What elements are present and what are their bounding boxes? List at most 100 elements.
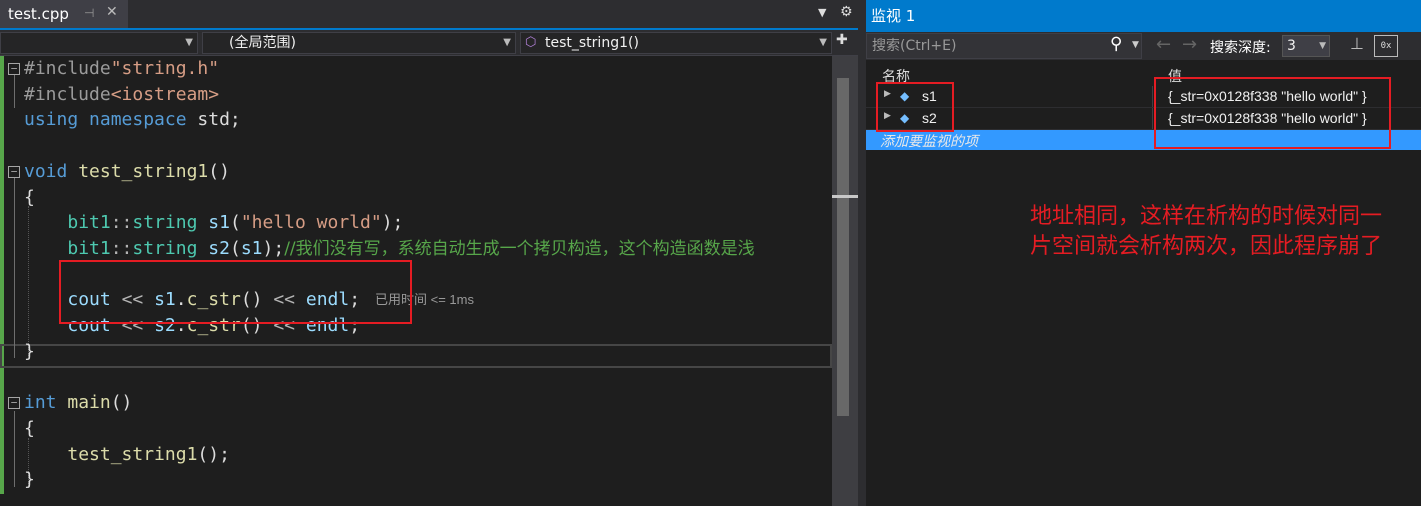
- code-area[interactable]: − #include"string.h" #include<iostream> usi…: [0, 56, 832, 506]
- code-line-text: using namespace std;: [24, 107, 241, 133]
- code-line[interactable]: }: [0, 339, 832, 365]
- tab-overflow-icon[interactable]: ▼: [818, 6, 826, 19]
- code-line[interactable]: test_string1();: [0, 442, 832, 468]
- pin-icon[interactable]: ⊣: [84, 6, 94, 20]
- code-token: ::: [110, 212, 133, 233]
- code-token: {: [24, 187, 35, 208]
- split-window-icon[interactable]: ✚: [836, 32, 848, 48]
- fold-toggle-icon[interactable]: −: [8, 166, 20, 178]
- document-tab-strip: test.cpp ⊣ ✕ ▼ ⚙: [0, 0, 858, 30]
- code-editor[interactable]: test.cpp ⊣ ✕ ▼ ⚙ ▼ (全局范围) ▼ ⬡ test_strin…: [0, 0, 858, 506]
- chevron-down-icon[interactable]: ▼: [1132, 40, 1139, 50]
- search-icon[interactable]: ⚲: [1110, 34, 1122, 54]
- code-token: int: [24, 392, 57, 413]
- code-token: bit1: [67, 212, 111, 233]
- code-token: #include: [24, 84, 111, 105]
- code-line[interactable]: [0, 133, 832, 159]
- code-token: test_string1: [78, 161, 209, 182]
- code-line-text: }: [24, 467, 35, 493]
- code-line[interactable]: {: [0, 185, 832, 211]
- annotation-line-2: 片空间就会析构两次，因此程序崩了: [1030, 234, 1383, 259]
- member-dropdown[interactable]: ⬡ test_string1() ▼: [520, 32, 832, 54]
- code-token: //我们没有写，系统自动生成一个拷贝构造，这个构造函数是浅: [284, 239, 755, 259]
- code-line-text: #include<iostream>: [24, 82, 219, 108]
- code-token: string: [132, 238, 198, 259]
- code-token: (: [229, 212, 241, 233]
- code-token: );: [381, 212, 404, 233]
- code-line-text: bit1::string s1("hello world");: [24, 210, 403, 236]
- code-line[interactable]: {: [0, 416, 832, 442]
- search-depth-value: 3: [1287, 38, 1296, 54]
- search-depth-label: 搜索深度:: [1210, 40, 1271, 56]
- code-token: "hello world": [240, 212, 382, 233]
- code-token: namespace: [89, 109, 187, 130]
- code-line[interactable]: using namespace std;: [0, 107, 832, 133]
- code-token: using: [24, 109, 79, 130]
- chevron-down-icon: ▼: [1319, 41, 1326, 51]
- add-watch-hint: 添加要监视的项: [880, 134, 978, 150]
- scrollbar-thumb[interactable]: [837, 78, 849, 416]
- member-dropdown-label: test_string1(): [545, 35, 639, 51]
- code-token: }: [24, 341, 35, 362]
- scope-dropdown-label: (全局范围): [229, 35, 296, 51]
- navigation-bar: ▼ (全局范围) ▼ ⬡ test_string1() ▼ ✚: [0, 30, 858, 56]
- code-line[interactable]: [0, 364, 832, 390]
- code-token: }: [24, 469, 35, 490]
- code-token: s1: [208, 212, 230, 233]
- gear-icon[interactable]: ⚙: [840, 4, 853, 20]
- fold-toggle-icon[interactable]: −: [8, 397, 20, 409]
- code-token: (): [110, 392, 133, 413]
- code-line-text: {: [24, 416, 35, 442]
- annotation-box-code: [59, 260, 412, 324]
- code-line[interactable]: bit1::string s2(s1);//我们没有写，系统自动生成一个拷贝构造…: [0, 236, 832, 262]
- pane-splitter[interactable]: [858, 0, 866, 506]
- close-icon[interactable]: ✕: [106, 4, 118, 20]
- fold-toggle-icon[interactable]: −: [8, 63, 20, 75]
- code-token: ();: [197, 444, 230, 465]
- chevron-down-icon: ▼: [185, 37, 193, 48]
- code-token: #include: [24, 58, 111, 79]
- code-token: test_string1: [67, 444, 198, 465]
- code-line[interactable]: − #include"string.h": [0, 56, 832, 82]
- tab-test-cpp[interactable]: test.cpp ⊣ ✕: [0, 0, 128, 28]
- code-token: string: [132, 212, 198, 233]
- code-token: bit1: [67, 238, 111, 259]
- watch-window: 监视 1 ⚲ ▼ ← → 搜索深度: 3 ▼ ⊥ 0x 名称 值 ▶◆s1{_s…: [866, 0, 1421, 506]
- search-input[interactable]: [866, 33, 1142, 59]
- scroll-position-marker: [832, 195, 858, 198]
- watch-title[interactable]: 监视 1: [866, 0, 1421, 32]
- code-line[interactable]: − int main(): [0, 390, 832, 416]
- annotation-text: 地址相同，这样在析构的时候对同一 片空间就会析构两次，因此程序崩了: [1030, 202, 1421, 262]
- code-token: );: [262, 238, 285, 259]
- code-line[interactable]: bit1::string s1("hello world");: [0, 210, 832, 236]
- code-line-text: }: [24, 339, 35, 365]
- arrow-right-icon[interactable]: →: [1182, 34, 1197, 55]
- code-line[interactable]: − void test_string1(): [0, 159, 832, 185]
- hex-display-icon[interactable]: 0x: [1374, 35, 1398, 57]
- code-token: <iostream>: [110, 84, 220, 105]
- search-depth-select[interactable]: 3 ▼: [1282, 35, 1330, 57]
- code-token: "string.h": [110, 58, 220, 79]
- pin-icon[interactable]: ⊥: [1350, 34, 1364, 53]
- watch-toolbar: ⚲ ▼ ← → 搜索深度: 3 ▼ ⊥ 0x: [866, 32, 1421, 60]
- scope-dropdown[interactable]: (全局范围) ▼: [202, 32, 516, 54]
- arrow-left-icon[interactable]: ←: [1156, 34, 1171, 55]
- code-token: void: [24, 161, 68, 182]
- code-line-text: bit1::string s2(s1);//我们没有写，系统自动生成一个拷贝构造…: [24, 236, 755, 262]
- code-line-text: #include"string.h": [24, 56, 219, 82]
- code-line-text: test_string1();: [24, 442, 230, 468]
- code-line[interactable]: }: [0, 467, 832, 493]
- editor-scrollbar[interactable]: [832, 56, 858, 506]
- project-dropdown[interactable]: ▼: [0, 32, 198, 54]
- code-token: std;: [186, 109, 241, 130]
- code-line-text: void test_string1(): [24, 159, 230, 185]
- code-line[interactable]: #include<iostream>: [0, 82, 832, 108]
- method-icon: ⬡: [525, 35, 537, 50]
